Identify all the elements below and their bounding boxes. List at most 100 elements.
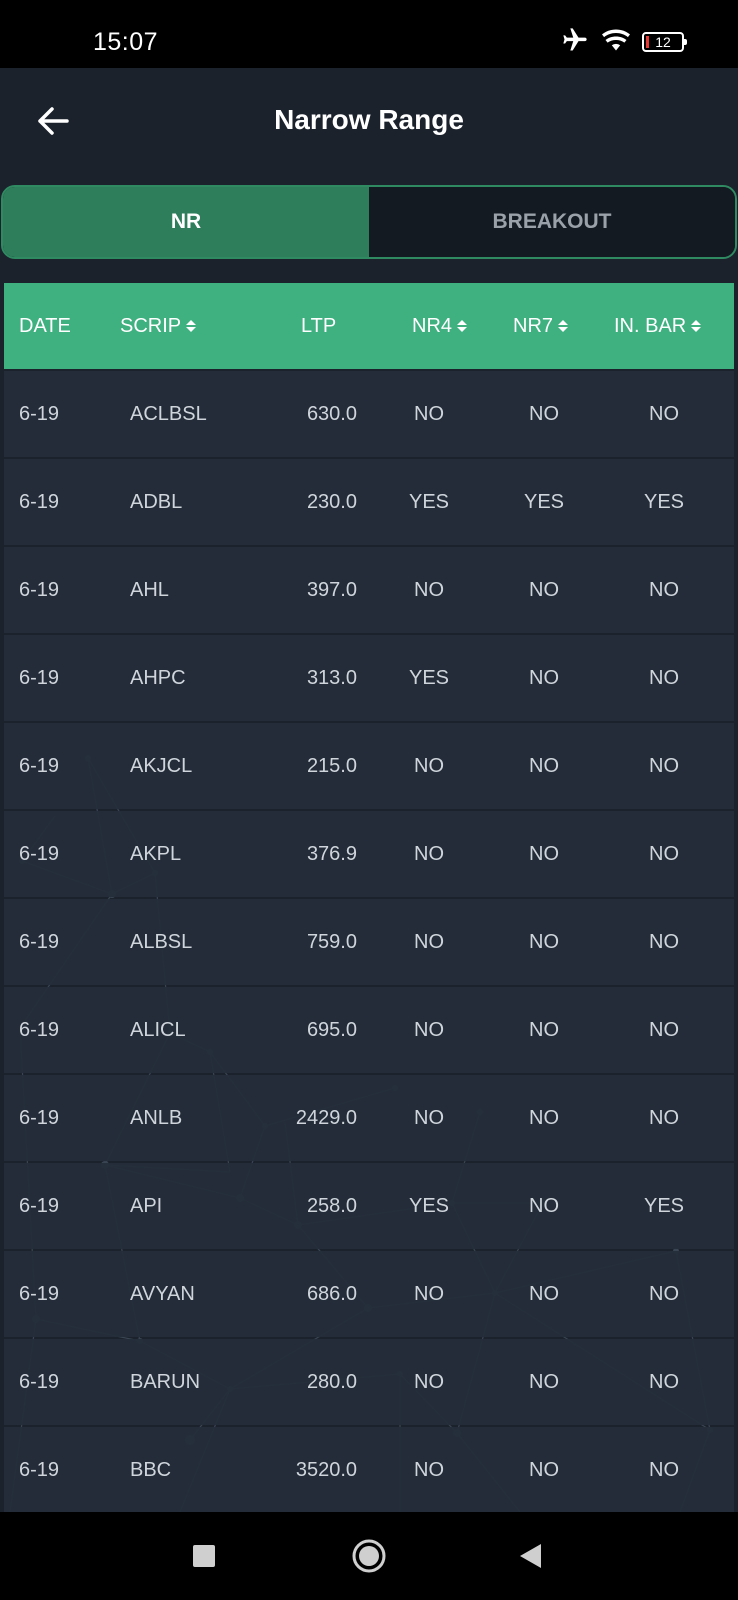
cell-in-bar: NO	[649, 666, 679, 689]
status-bar: 15:07 12	[0, 0, 738, 68]
cell-in-bar: NO	[649, 1018, 679, 1041]
cell-date: 6-19	[19, 1370, 60, 1393]
sort-icon	[558, 320, 569, 332]
table-row[interactable]: 6-19 AKJCL 215.0 NO NO NO	[4, 723, 734, 809]
cell-in-bar: NO	[649, 402, 679, 425]
cell-nr4: NO	[414, 1018, 444, 1041]
system-nav-bar	[0, 1512, 738, 1600]
column-header-nr4[interactable]: NR4	[412, 283, 468, 369]
cell-nr7: NO	[529, 1106, 559, 1129]
cell-scrip: ACLBSL	[130, 402, 207, 425]
column-header-scrip[interactable]: SCRIP	[120, 283, 197, 369]
column-label: IN. BAR	[614, 314, 687, 337]
cell-nr7: NO	[529, 666, 559, 689]
table-row[interactable]: 6-19 BBC 3520.0 NO NO NO	[4, 1427, 734, 1512]
cell-nr7: NO	[529, 1018, 559, 1041]
cell-ltp: 258.0	[306, 1194, 357, 1217]
cell-nr4: YES	[408, 666, 450, 689]
cell-scrip: AVYAN	[130, 1282, 195, 1305]
column-header-ltp: LTP	[301, 283, 336, 369]
table-row[interactable]: 6-19 ALBSL 759.0 NO NO NO	[4, 899, 734, 985]
cell-nr4: NO	[414, 1106, 444, 1129]
app-screen: Narrow Range NR BREAKOUT DATE SCRIP LTP …	[0, 68, 738, 1512]
cell-date: 6-19	[19, 754, 60, 777]
table-header: DATE SCRIP LTP NR4 NR7 IN. BAR	[4, 283, 734, 369]
cell-nr7: NO	[529, 1370, 559, 1393]
table-row[interactable]: 6-19 ADBL 230.0 YES YES YES	[4, 459, 734, 545]
cell-in-bar: YES	[643, 1194, 685, 1217]
cell-nr4: NO	[414, 1458, 444, 1481]
battery-icon: 12	[642, 32, 687, 52]
cell-nr4: YES	[408, 490, 450, 513]
cell-ltp: 759.0	[306, 930, 357, 953]
table-row[interactable]: 6-19 AHPC 313.0 YES NO NO	[4, 635, 734, 721]
cell-in-bar: NO	[649, 930, 679, 953]
table-row[interactable]: 6-19 AHL 397.0 NO NO NO	[4, 547, 734, 633]
column-header-date: DATE	[19, 283, 71, 369]
cell-ltp: 280.0	[306, 1370, 357, 1393]
cell-nr7: NO	[529, 578, 559, 601]
cell-in-bar: NO	[649, 1458, 679, 1481]
cell-nr4: NO	[414, 754, 444, 777]
cell-nr7: NO	[529, 842, 559, 865]
cell-date: 6-19	[19, 1194, 60, 1217]
cell-nr4: NO	[414, 402, 444, 425]
cell-ltp: 3520.0	[295, 1458, 357, 1481]
cell-date: 6-19	[19, 1106, 60, 1129]
segment-tabs: NR BREAKOUT	[1, 185, 737, 259]
cell-ltp: 630.0	[306, 402, 357, 425]
status-time: 15:07	[93, 28, 159, 56]
table-row[interactable]: 6-19 API 258.0 YES NO YES	[4, 1163, 734, 1249]
cell-ltp: 695.0	[306, 1018, 357, 1041]
cell-date: 6-19	[19, 1458, 60, 1481]
status-icons: 12	[560, 26, 687, 59]
column-header-in-bar[interactable]: IN. BAR	[614, 283, 702, 369]
cell-date: 6-19	[19, 402, 60, 425]
cell-nr4: NO	[414, 1370, 444, 1393]
cell-ltp: 230.0	[306, 490, 357, 513]
cell-scrip: ADBL	[130, 490, 183, 513]
cell-scrip: ALBSL	[130, 930, 193, 953]
cell-scrip: BBC	[130, 1458, 172, 1481]
cell-scrip: API	[130, 1194, 163, 1217]
home-button[interactable]	[329, 1512, 409, 1600]
tab-breakout[interactable]: BREAKOUT	[369, 187, 735, 257]
table-row[interactable]: 6-19 AVYAN 686.0 NO NO NO	[4, 1251, 734, 1337]
table-row[interactable]: 6-19 ANLB 2429.0 NO NO NO	[4, 1075, 734, 1161]
airplane-icon	[560, 26, 590, 59]
cell-date: 6-19	[19, 842, 60, 865]
cell-nr4: NO	[414, 578, 444, 601]
cell-nr4: YES	[408, 1194, 450, 1217]
cell-in-bar: YES	[643, 490, 685, 513]
cell-scrip: AHPC	[130, 666, 186, 689]
cell-ltp: 397.0	[306, 578, 357, 601]
cell-in-bar: NO	[649, 1370, 679, 1393]
cell-nr7: NO	[529, 402, 559, 425]
page-title: Narrow Range	[274, 104, 464, 135]
cell-ltp: 2429.0	[295, 1106, 357, 1129]
table-row[interactable]: 6-19 AKPL 376.9 NO NO NO	[4, 811, 734, 897]
cell-in-bar: NO	[649, 578, 679, 601]
tab-nr[interactable]: NR	[3, 187, 369, 257]
cell-scrip: AKPL	[130, 842, 182, 865]
cell-in-bar: NO	[649, 754, 679, 777]
cell-date: 6-19	[19, 666, 60, 689]
narrow-range-table: DATE SCRIP LTP NR4 NR7 IN. BAR 6-19 ACLB…	[4, 283, 734, 1512]
app-header: Narrow Range	[0, 68, 738, 178]
wifi-icon	[600, 26, 632, 59]
cell-nr7: NO	[529, 754, 559, 777]
cell-nr4: NO	[414, 842, 444, 865]
home-circle-icon	[352, 1539, 386, 1573]
cell-ltp: 215.0	[306, 754, 357, 777]
table-row[interactable]: 6-19 BARUN 280.0 NO NO NO	[4, 1339, 734, 1425]
cell-date: 6-19	[19, 930, 60, 953]
cell-scrip: BARUN	[130, 1370, 201, 1393]
cell-date: 6-19	[19, 1018, 60, 1041]
table-row[interactable]: 6-19 ALICL 695.0 NO NO NO	[4, 987, 734, 1073]
recents-button[interactable]	[164, 1512, 244, 1600]
cell-nr7: NO	[529, 1282, 559, 1305]
back-triangle-icon	[520, 1544, 541, 1568]
column-header-nr7[interactable]: NR7	[513, 283, 569, 369]
back-nav-button[interactable]	[490, 1512, 570, 1600]
table-row[interactable]: 6-19 ACLBSL 630.0 NO NO NO	[4, 371, 734, 457]
